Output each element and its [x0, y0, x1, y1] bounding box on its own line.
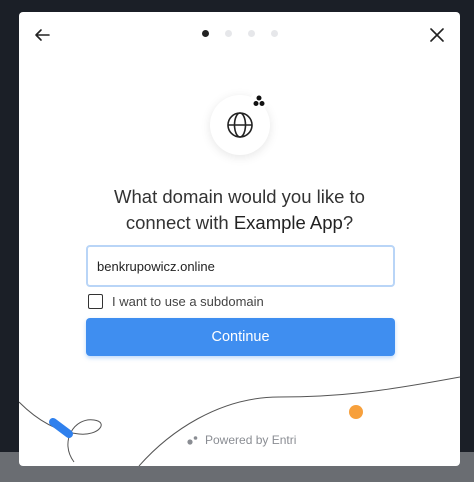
domain-question: What domain would you like to connect wi… [19, 184, 460, 236]
powered-by: Powered by Entri [187, 433, 296, 447]
app-logo-icon [253, 95, 265, 106]
step-dot-1 [202, 30, 209, 37]
connect-domain-modal: What domain would you like to connect wi… [19, 12, 460, 466]
subdomain-checkbox[interactable] [88, 294, 103, 309]
step-dot-2 [225, 30, 232, 37]
arrow-left-icon [35, 29, 50, 41]
progress-stepper [202, 30, 278, 37]
decor-blue-pill [49, 418, 73, 438]
domain-input[interactable] [86, 245, 395, 287]
app-logo-badge [250, 92, 268, 110]
decor-orange-dot [349, 405, 363, 419]
close-icon [430, 28, 444, 42]
question-suffix: ? [342, 212, 354, 233]
globe-icon [227, 112, 253, 138]
back-button[interactable] [31, 24, 53, 46]
decorative-curves [19, 376, 460, 466]
continue-button[interactable]: Continue [86, 318, 395, 356]
subdomain-label: I want to use a subdomain [112, 294, 264, 309]
question-line-2: connect with Example App? [19, 210, 460, 236]
subdomain-option[interactable]: I want to use a subdomain [88, 294, 264, 309]
question-line-1: What domain would you like to [114, 186, 365, 207]
entri-logo-icon [187, 436, 198, 445]
close-button[interactable] [426, 24, 448, 46]
app-name: Example App [233, 212, 343, 233]
question-mid: connect with [125, 212, 234, 233]
powered-by-text: Powered by Entri [205, 433, 297, 447]
step-dot-4 [271, 30, 278, 37]
step-dot-3 [248, 30, 255, 37]
